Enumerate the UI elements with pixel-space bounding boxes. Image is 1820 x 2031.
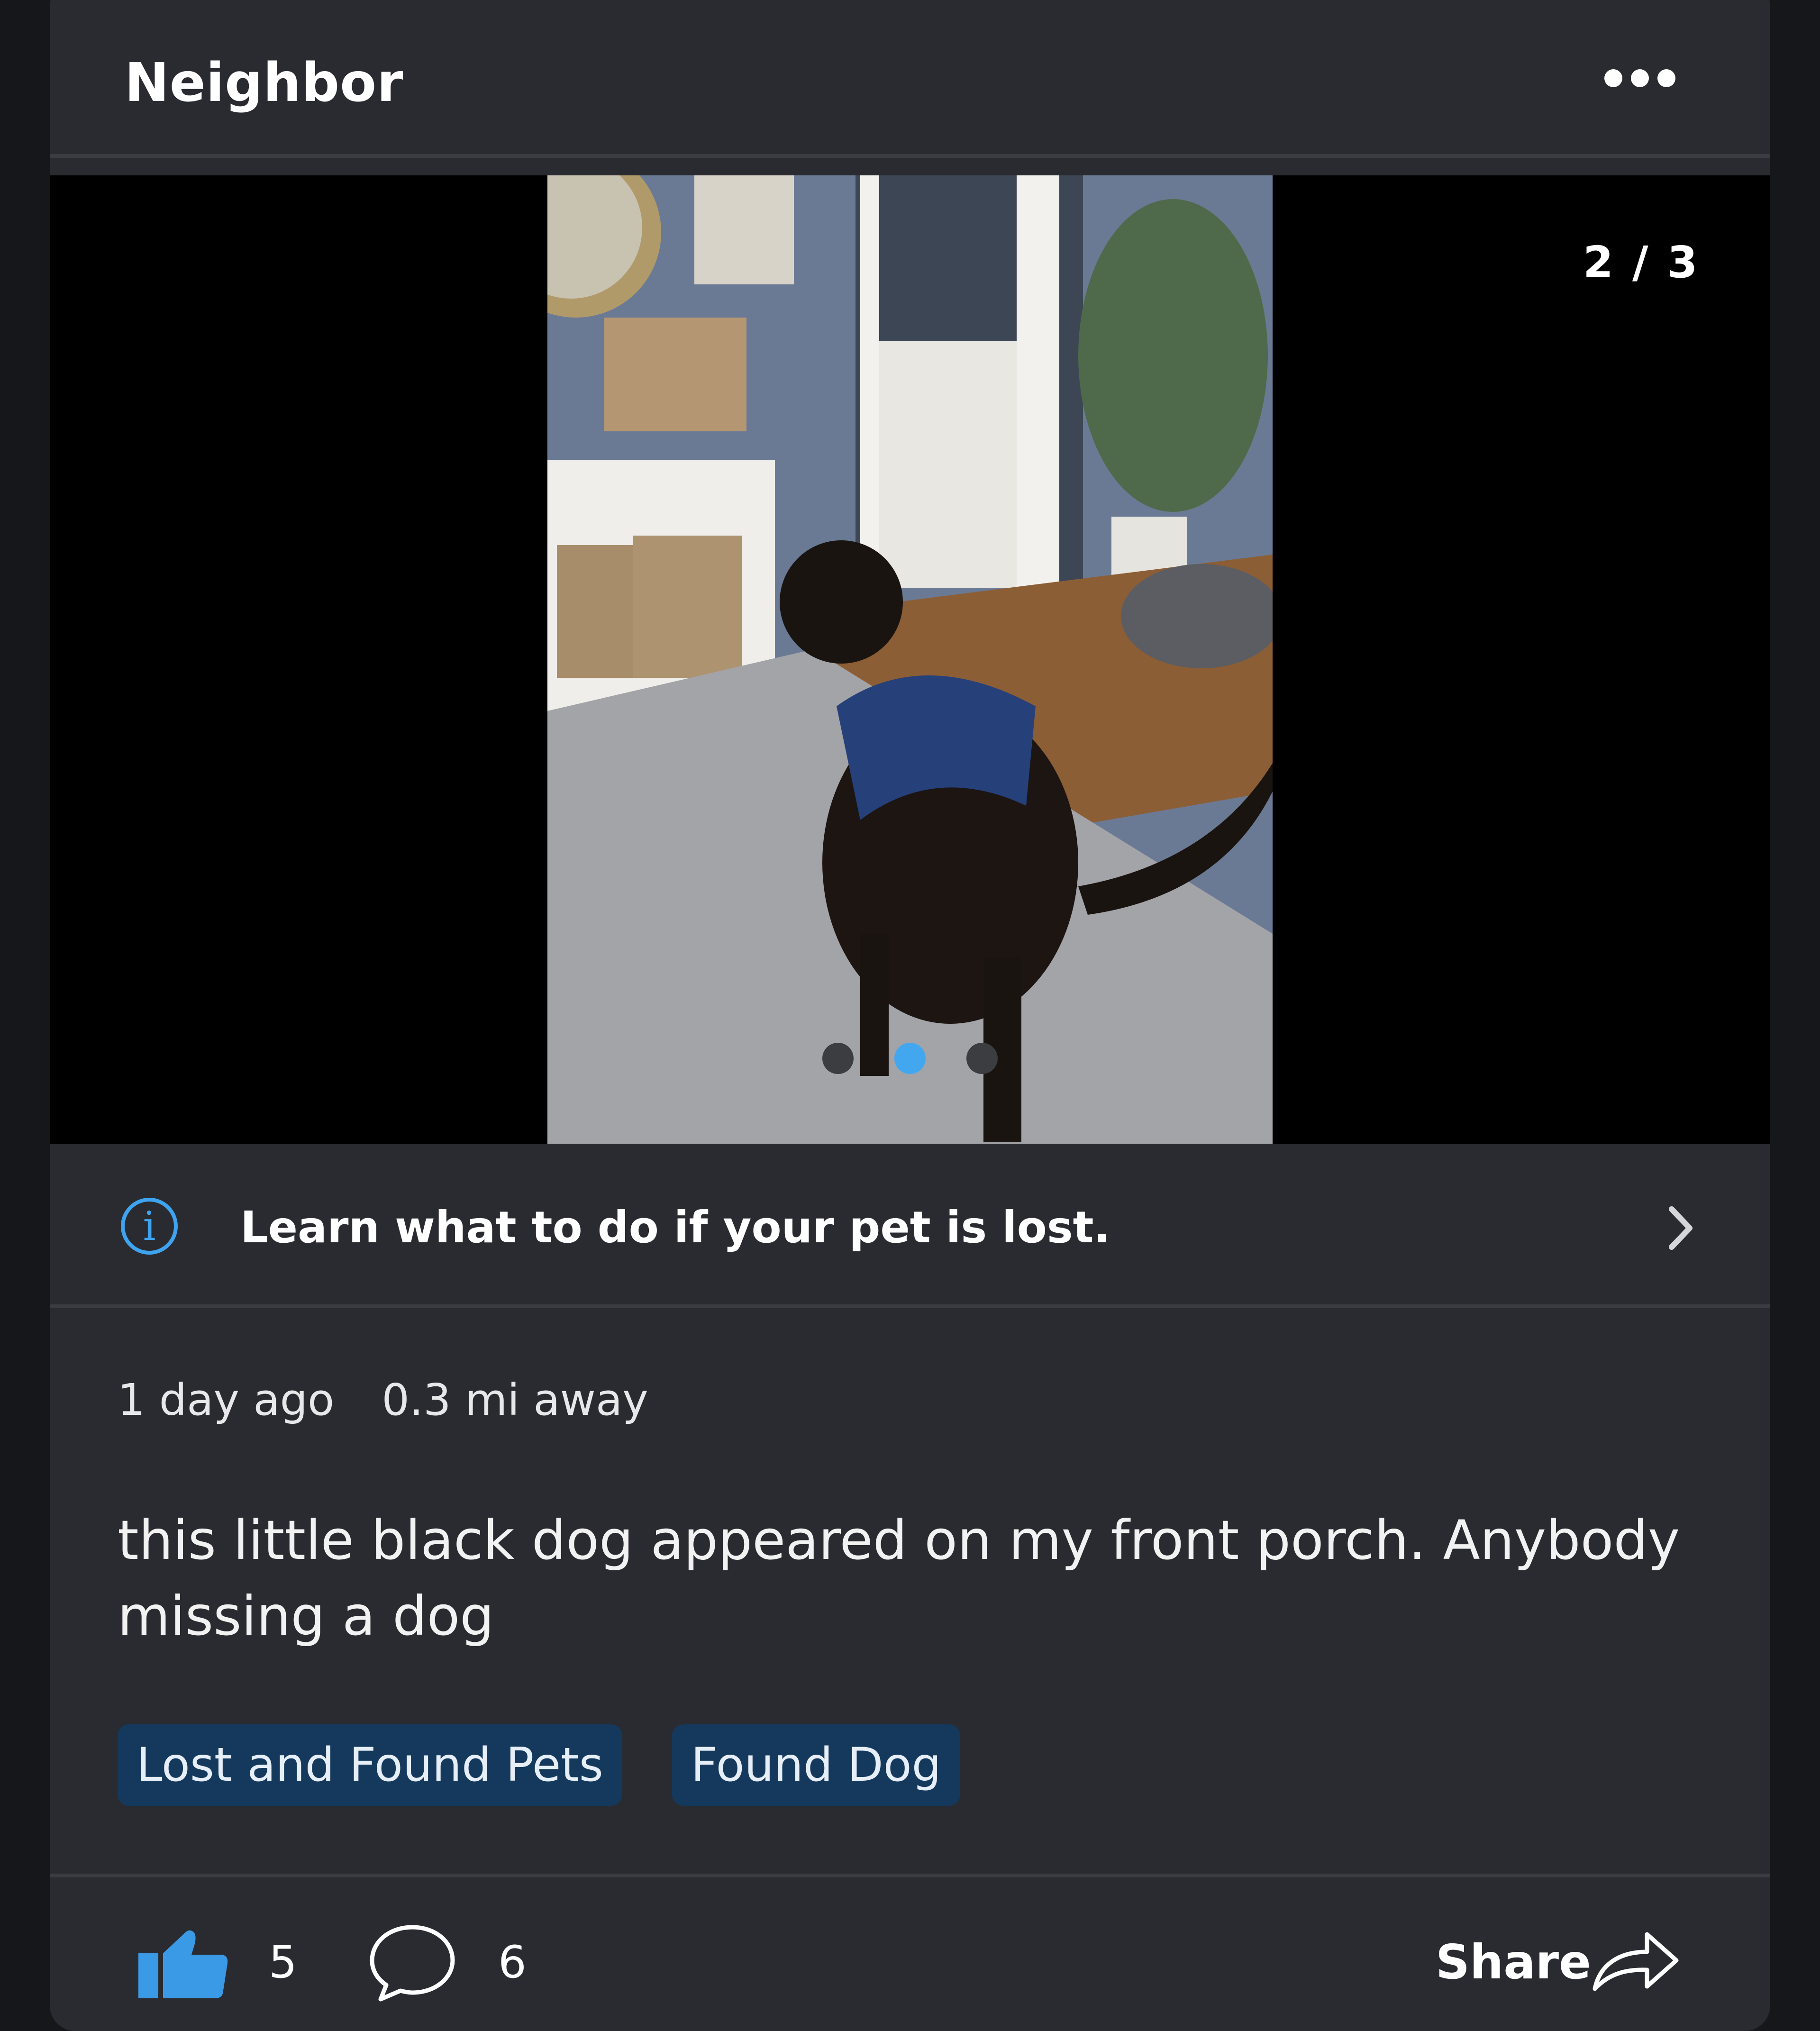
info-banner-text: Learn what to do if your pet is lost. <box>240 1202 1110 1253</box>
chevron-right-icon <box>1669 1206 1693 1250</box>
comment-count: 6 <box>498 1937 527 1988</box>
like-count: 5 <box>269 1937 297 1988</box>
carousel-dot[interactable] <box>822 1043 854 1074</box>
carousel-dot[interactable] <box>966 1043 998 1074</box>
lost-pet-info-banner[interactable]: i Learn what to do if your pet is lost. <box>50 1148 1770 1307</box>
dog-photo <box>547 175 1273 1144</box>
carousel-dot-active[interactable] <box>894 1043 926 1074</box>
divider <box>50 1304 1770 1308</box>
image-carousel[interactable]: 2 / 3 <box>50 175 1770 1144</box>
post-author-label: Neighbor <box>125 52 404 114</box>
tag-list: Lost and Found Pets Found Dog <box>118 1724 960 1806</box>
post-body: this little black dog appeared on my fro… <box>118 1509 1680 1648</box>
more-options-icon[interactable] <box>1604 62 1675 95</box>
post-distance: 0.3 mi away <box>382 1375 648 1425</box>
post-header: Neighbor <box>50 0 1770 154</box>
divider <box>50 154 1770 158</box>
post-card: Neighbor 2 / 3 i Learn what to do if you… <box>50 0 1770 2031</box>
tag-lost-and-found-pets[interactable]: Lost and Found Pets <box>118 1724 622 1806</box>
tag-found-dog[interactable]: Found Dog <box>672 1724 960 1806</box>
image-counter: 2 / 3 <box>1583 237 1700 288</box>
divider <box>50 1874 1770 1877</box>
carousel-dots <box>822 1043 998 1074</box>
post-actions: 5 6 Share <box>50 1877 1770 2031</box>
info-icon: i <box>121 1198 178 1255</box>
post-meta: 1 day ago 0.3 mi away <box>118 1375 696 1425</box>
post-time: 1 day ago <box>118 1375 335 1425</box>
thumbs-up-icon[interactable] <box>138 1927 228 1998</box>
share-button-label[interactable]: Share <box>1436 1934 1591 1990</box>
share-arrow-icon[interactable] <box>1590 1927 1680 1994</box>
comment-bubble-icon[interactable] <box>367 1922 457 2003</box>
